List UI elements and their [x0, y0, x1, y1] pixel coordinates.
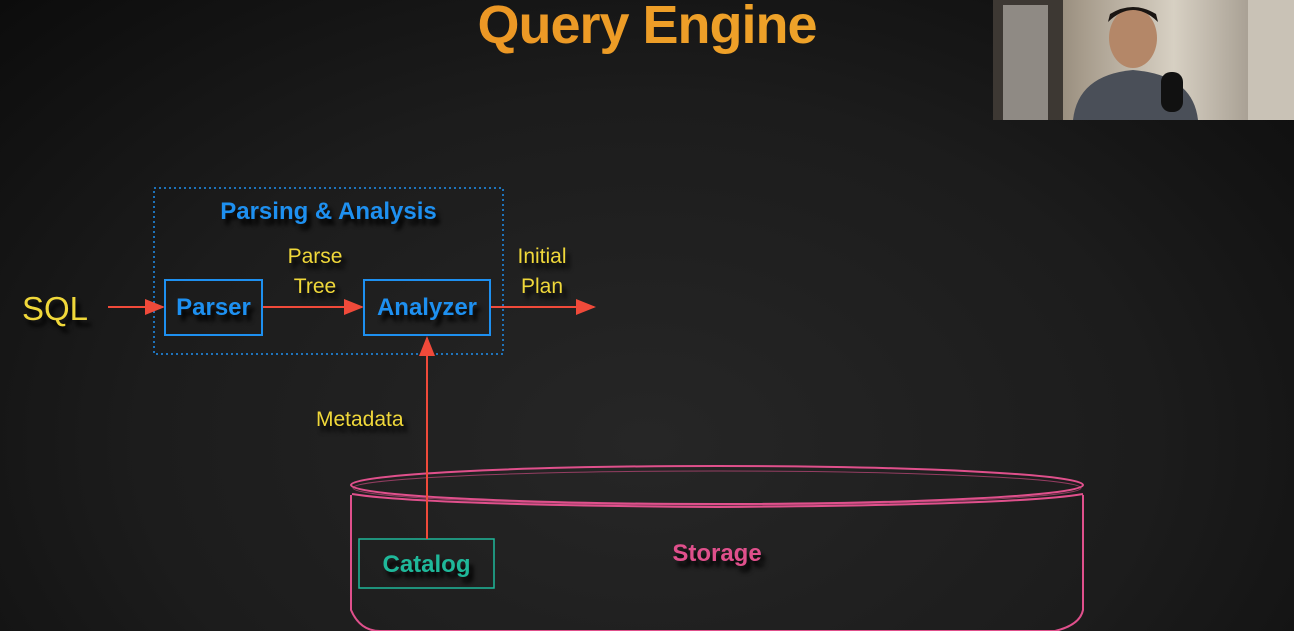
storage-label: Storage [672, 540, 762, 567]
parse-tree-label: Parse Tree [270, 242, 360, 302]
analyzer-box: Analyzer [363, 279, 491, 336]
group-label: Parsing & Analysis [220, 198, 437, 225]
initial-plan-label: Initial Plan [500, 242, 584, 302]
parse-tree-line-1: Parse [287, 245, 343, 268]
sql-input-label: SQL [22, 290, 89, 327]
initial-plan-line-1: Initial [517, 245, 567, 268]
catalog-label: Catalog [382, 551, 471, 578]
parse-tree-line-2: Tree [293, 275, 337, 298]
metadata-label: Metadata [316, 408, 404, 431]
initial-plan-line-2: Plan [520, 275, 564, 298]
analyzer-label: Analyzer [376, 293, 478, 321]
parser-label: Parser [176, 293, 251, 321]
parser-box: Parser [164, 279, 263, 336]
